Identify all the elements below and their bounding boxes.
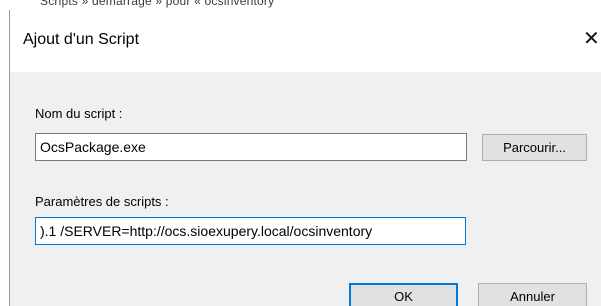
dialog-client-area: Nom du script : OcsPackage.exe Parcourir… — [10, 72, 601, 306]
cancel-button[interactable]: Annuler — [478, 283, 587, 306]
script-name-input[interactable]: OcsPackage.exe — [35, 133, 467, 161]
script-name-label: Nom du script : — [35, 106, 123, 121]
dialog-title: Ajout d'un Script — [23, 31, 140, 48]
background-partial-text: Scripts » démarrage » pour « ocsinventor… — [40, 0, 275, 8]
script-params-input[interactable]: ).1 /SERVER=http://ocs.sioexupery.local/… — [35, 217, 466, 245]
ok-button[interactable]: OK — [349, 283, 458, 306]
screen: Scripts » démarrage » pour « ocsinventor… — [0, 0, 601, 306]
add-script-dialog: Ajout d'un Script ✕ Nom du script : OcsP… — [10, 10, 601, 306]
close-icon[interactable]: ✕ — [583, 26, 601, 52]
dialog-titlebar: Ajout d'un Script ✕ — [10, 10, 601, 72]
browse-button[interactable]: Parcourir... — [482, 134, 587, 161]
script-params-label: Paramètres de scripts : — [35, 194, 169, 209]
